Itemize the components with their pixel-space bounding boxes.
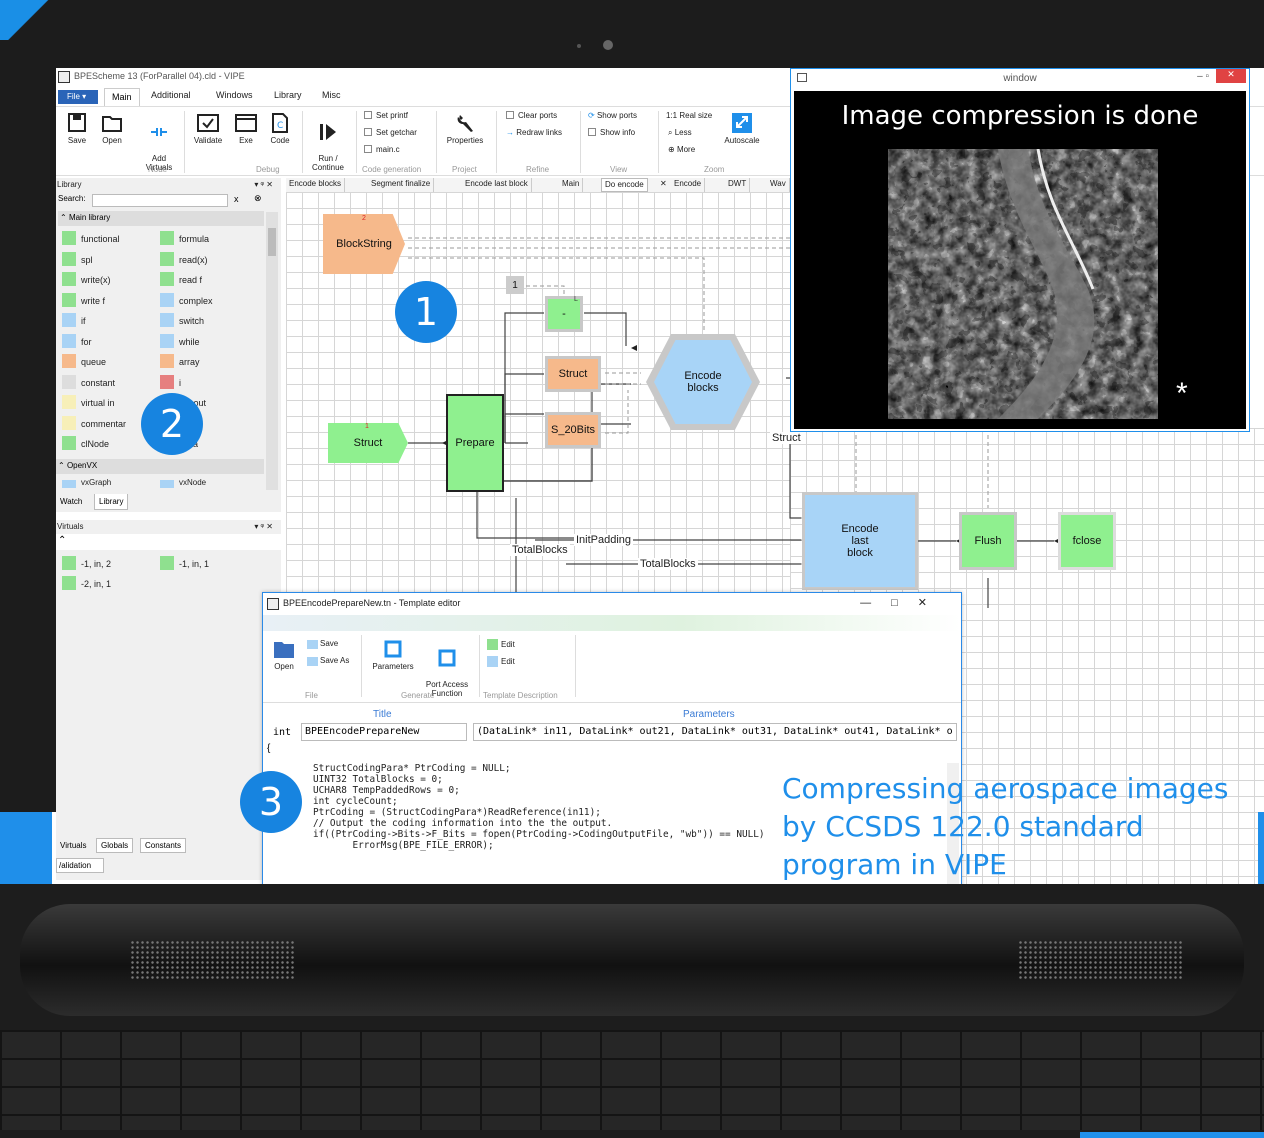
port-access-icon xyxy=(438,649,456,667)
blockstring-node[interactable]: BlockString xyxy=(323,214,405,274)
app-icon xyxy=(267,598,279,610)
s20bits-node[interactable]: S_20Bits xyxy=(545,412,601,448)
fclose-node[interactable]: fclose xyxy=(1058,512,1116,570)
wire-label-totalblocks: TotalBlocks xyxy=(510,544,570,556)
edit-button[interactable]: Edit xyxy=(487,656,515,667)
template-ribbon: Open Save Save As File Parameters Port A… xyxy=(263,631,961,703)
callout-badge-3: 3 xyxy=(240,771,302,833)
group-template-description-label: Template Description xyxy=(483,691,558,700)
speaker-grille xyxy=(130,940,294,980)
save-button[interactable]: Save xyxy=(307,639,338,649)
blockstring-port-number: 2 xyxy=(362,215,366,222)
laptop-photo: BPEScheme 13 (ForParallel 04).cld - VIPE… xyxy=(0,0,1264,1138)
return-type: int xyxy=(273,727,292,738)
save-icon xyxy=(307,640,318,649)
keyboard-keys xyxy=(0,1030,1264,1130)
function-name-input[interactable]: BPEEncodePrepareNew xyxy=(301,723,467,741)
caption-line: by CCSDS 122.0 standard xyxy=(782,810,1144,843)
output-image-window: window – ▫ ✕ Image compression is done * xyxy=(790,68,1250,432)
caption-line: program in VIPE xyxy=(782,848,1007,881)
port-access-function-button[interactable]: Port Access Function xyxy=(421,639,473,698)
accent-block xyxy=(0,812,52,884)
minimize-maximize-icon[interactable]: – ▫ xyxy=(1197,71,1209,82)
caption-text: Compressing aerospace images by CCSDS 12… xyxy=(782,770,1228,884)
constant-one-node[interactable]: 1 xyxy=(506,276,524,294)
struct-orange-node[interactable]: Struct xyxy=(545,356,601,392)
minus-port-label: L xyxy=(574,296,578,303)
template-editor-titlebar: BPEEncodePrepareNew.tn - Template editor… xyxy=(263,593,961,615)
flush-node[interactable]: Flush xyxy=(959,512,1017,570)
parameters-input[interactable]: (DataLink* in11, DataLink* out21, DataLi… xyxy=(473,723,957,741)
wire-label-struct: Struct xyxy=(770,432,803,444)
compression-done-text: Image compression is done xyxy=(841,101,1199,131)
open-button[interactable]: Open xyxy=(269,639,299,671)
window-controls-icon[interactable]: —□✕ xyxy=(860,596,947,609)
parameters-icon xyxy=(384,640,402,658)
aerospace-image xyxy=(888,149,1158,419)
struct-port-number: 1 xyxy=(365,423,369,430)
wire-label-initpadding: InitPadding xyxy=(574,534,634,546)
prepare-node[interactable]: Prepare xyxy=(446,394,504,492)
group-file-label: File xyxy=(305,691,318,700)
title-column-header: Title xyxy=(373,709,392,720)
accent-strip xyxy=(1080,1132,1264,1138)
close-button[interactable]: ✕ xyxy=(1216,69,1246,83)
image-window-titlebar: window – ▫ ✕ xyxy=(791,69,1249,89)
window-icon xyxy=(797,73,807,82)
webcam xyxy=(603,40,613,50)
image-window-canvas: Image compression is done * xyxy=(794,91,1246,429)
folder-icon xyxy=(274,642,294,658)
parameters-column-header: Parameters xyxy=(683,709,735,720)
speaker-grille xyxy=(1018,940,1182,980)
callout-badge-1: 1 xyxy=(395,281,457,343)
save-as-icon xyxy=(307,657,318,666)
camera-led xyxy=(577,44,581,48)
callout-badge-2: 2 xyxy=(141,393,203,455)
wire-label-totalblocks: TotalBlocks xyxy=(638,558,698,570)
caption-line: Compressing aerospace images xyxy=(782,772,1229,805)
asterisk-marker: * xyxy=(1176,377,1188,410)
code-open-brace: { xyxy=(267,743,271,754)
save-as-button[interactable]: Save As xyxy=(307,656,349,666)
template-ribbon-tabs xyxy=(263,615,961,631)
parameters-button[interactable]: Parameters xyxy=(369,639,417,671)
edit-button[interactable]: Edit xyxy=(487,639,515,650)
group-generate-label: Generate xyxy=(401,691,435,700)
encode-last-block-node[interactable]: Encode last block xyxy=(802,492,918,590)
accent-block xyxy=(1258,812,1264,884)
accent-corner xyxy=(0,0,66,40)
